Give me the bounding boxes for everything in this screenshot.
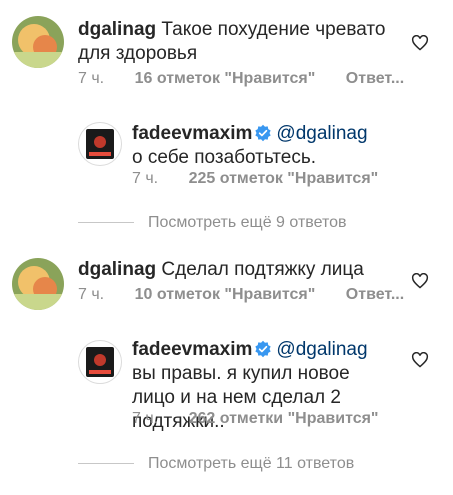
comment-text: dgalinag Сделал подтяжку лица [78,258,398,282]
verified-badge-icon [255,340,272,358]
comment-username[interactable]: dgalinag [78,259,156,280]
reply-username[interactable]: fadeevmaxim [132,339,252,360]
comment-thread-2: dgalinag Сделал подтяжку лица 7 ч. 10 от… [0,0,453,495]
reply-button[interactable]: Ответ... [346,286,404,303]
reply-time: 7 ч. [132,410,159,427]
heart-outline-icon[interactable] [411,273,429,289]
avatar-photo [12,258,64,310]
avatar-photo [86,347,114,377]
reply-likes[interactable]: 262 отметки "Нравится" [189,410,379,427]
comment-meta: 7 ч. 10 отметок "Нравится" Ответ... [78,286,404,304]
heart-outline-icon[interactable] [411,352,429,368]
reply-meta: 7 ч. 262 отметки "Нравится" [132,410,379,428]
view-more-replies[interactable]: Посмотреть ещё 11 ответов [78,455,354,473]
divider-line [78,463,134,465]
comment-likes[interactable]: 10 отметок "Нравится" [135,286,316,303]
mention-link[interactable]: @dgalinag [276,339,367,360]
comment-body: Сделал подтяжку лица [161,259,364,280]
view-more-label: Посмотреть ещё 11 ответов [148,455,355,472]
avatar[interactable] [78,340,122,384]
avatar[interactable] [12,258,64,310]
comment-time: 7 ч. [78,286,105,303]
